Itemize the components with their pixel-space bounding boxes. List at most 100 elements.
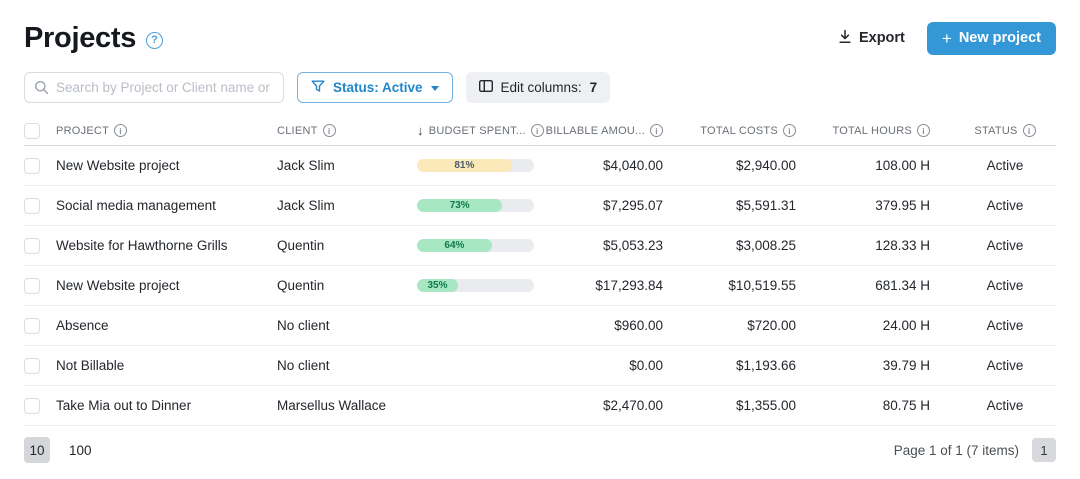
export-label: Export [859, 30, 905, 46]
column-header-client[interactable]: CLIENT i [277, 124, 417, 137]
row-checkbox-cell [24, 358, 56, 374]
total-hours-cell: 80.75 H [820, 398, 954, 413]
edit-columns-label: Edit columns: [501, 80, 582, 95]
total-costs-cell: $5,591.31 [687, 198, 820, 213]
client-cell: Marsellus Wallace [277, 398, 417, 413]
column-header-project[interactable]: PROJECT i [56, 124, 277, 137]
column-header-total-hours[interactable]: TOTAL HOURS i [820, 124, 954, 137]
table-row[interactable]: New Website project Quentin 35% $17,293.… [24, 266, 1056, 306]
project-name-cell: Social media management [56, 198, 277, 213]
status-cell: Active [954, 358, 1056, 373]
project-name-cell: Website for Hawthorne Grills [56, 238, 277, 253]
column-header-total-costs[interactable]: TOTAL COSTS i [687, 124, 820, 137]
budget-progress-fill: 64% [417, 239, 492, 252]
table-row[interactable]: Absence No client $960.00 $720.00 24.00 … [24, 306, 1056, 346]
info-icon: i [114, 124, 127, 137]
pagination-bar: 10 100 Page 1 of 1 (7 items) 1 [24, 435, 1056, 465]
column-header-billable-amount[interactable]: BILLABLE AMOU... i [557, 124, 687, 137]
status-filter-label: Status: Active [333, 80, 423, 95]
export-button[interactable]: Export [838, 29, 905, 48]
billable-amount-cell: $0.00 [557, 358, 687, 373]
select-all-checkbox[interactable] [24, 123, 40, 139]
status-cell: Active [954, 398, 1056, 413]
header-checkbox-cell [24, 123, 56, 139]
budget-progress-fill: 73% [417, 199, 502, 212]
total-costs-cell: $2,940.00 [687, 158, 820, 173]
table-row[interactable]: Social media management Jack Slim 73% $7… [24, 186, 1056, 226]
info-icon: i [650, 124, 663, 137]
column-label: STATUS [974, 125, 1017, 137]
status-cell: Active [954, 318, 1056, 333]
budget-progress-fill: 35% [417, 279, 458, 292]
column-label: PROJECT [56, 125, 109, 137]
column-label: TOTAL HOURS [832, 125, 912, 137]
client-cell: Quentin [277, 238, 417, 253]
row-checkbox[interactable] [24, 158, 40, 174]
row-checkbox-cell [24, 398, 56, 414]
billable-amount-cell: $4,040.00 [557, 158, 687, 173]
client-cell: Jack Slim [277, 158, 417, 173]
row-checkbox[interactable] [24, 238, 40, 254]
project-name-cell: Not Billable [56, 358, 277, 373]
table-body: New Website project Jack Slim 81% $4,040… [24, 146, 1056, 426]
row-checkbox-cell [24, 238, 56, 254]
total-hours-cell: 24.00 H [820, 318, 954, 333]
budget-progress-bar: 81% [417, 159, 534, 172]
budget-spent-cell: 35% [417, 279, 557, 292]
column-label: TOTAL COSTS [700, 125, 778, 137]
new-project-button[interactable]: + New project [927, 22, 1056, 55]
client-cell: No client [277, 358, 417, 373]
column-label: BUDGET SPENT... [429, 125, 526, 137]
billable-amount-cell: $960.00 [557, 318, 687, 333]
row-checkbox-cell [24, 318, 56, 334]
page-1-button[interactable]: 1 [1032, 438, 1056, 462]
help-icon[interactable]: ? [146, 32, 163, 49]
sort-descending-icon: ↓ [417, 123, 424, 138]
project-name: New Website project [56, 278, 180, 293]
budget-progress-fill: 81% [417, 159, 512, 172]
search-input[interactable] [24, 72, 284, 103]
row-checkbox-cell [24, 278, 56, 294]
budget-spent-cell: 81% [417, 159, 557, 172]
info-icon: i [323, 124, 336, 137]
total-costs-cell: $3,008.25 [687, 238, 820, 253]
row-checkbox[interactable] [24, 398, 40, 414]
plus-icon: + [942, 30, 952, 47]
row-checkbox-cell [24, 198, 56, 214]
chevron-down-icon [431, 86, 439, 91]
table-row[interactable]: New Website project Jack Slim 81% $4,040… [24, 146, 1056, 186]
project-name: Absence [56, 318, 109, 333]
page-size-selector: 10 100 [24, 437, 96, 463]
edit-columns-button[interactable]: Edit columns: 7 [466, 72, 611, 103]
row-checkbox[interactable] [24, 318, 40, 334]
table-row[interactable]: Website for Hawthorne Grills Quentin 64%… [24, 226, 1056, 266]
row-checkbox[interactable] [24, 358, 40, 374]
row-checkbox[interactable] [24, 278, 40, 294]
page-size-100-button[interactable]: 100 [65, 437, 96, 463]
budget-percent-label: 73% [450, 199, 470, 212]
client-cell: Jack Slim [277, 198, 417, 213]
row-checkbox[interactable] [24, 198, 40, 214]
projects-table: PROJECT i CLIENT i ↓ BUDGET SPENT... i B… [24, 116, 1056, 426]
budget-progress-bar: 35% [417, 279, 534, 292]
page-summary: Page 1 of 1 (7 items) [894, 443, 1019, 458]
billable-amount-cell: $7,295.07 [557, 198, 687, 213]
total-costs-cell: $720.00 [687, 318, 820, 333]
project-name-cell: New Website project [56, 158, 277, 173]
header-actions: Export + New project [838, 22, 1056, 55]
status-cell: Active [954, 198, 1056, 213]
new-project-label: New project [959, 30, 1041, 46]
table-row[interactable]: Not Billable No client $0.00 $1,193.66 3… [24, 346, 1056, 386]
column-label: CLIENT [277, 125, 318, 137]
budget-percent-label: 81% [454, 159, 474, 172]
total-costs-cell: $10,519.55 [687, 278, 820, 293]
page-header: Projects ? Export + New project [24, 18, 1056, 58]
column-header-budget-spent[interactable]: ↓ BUDGET SPENT... i [417, 123, 557, 138]
status-filter-button[interactable]: Status: Active [297, 72, 453, 103]
project-name-cell: New Website project [56, 278, 277, 293]
column-header-status[interactable]: STATUS i [954, 124, 1056, 137]
table-row[interactable]: Take Mia out to Dinner Marsellus Wallace… [24, 386, 1056, 426]
total-hours-cell: 39.79 H [820, 358, 954, 373]
page-size-10-button[interactable]: 10 [24, 437, 50, 463]
budget-percent-label: 35% [427, 279, 447, 292]
